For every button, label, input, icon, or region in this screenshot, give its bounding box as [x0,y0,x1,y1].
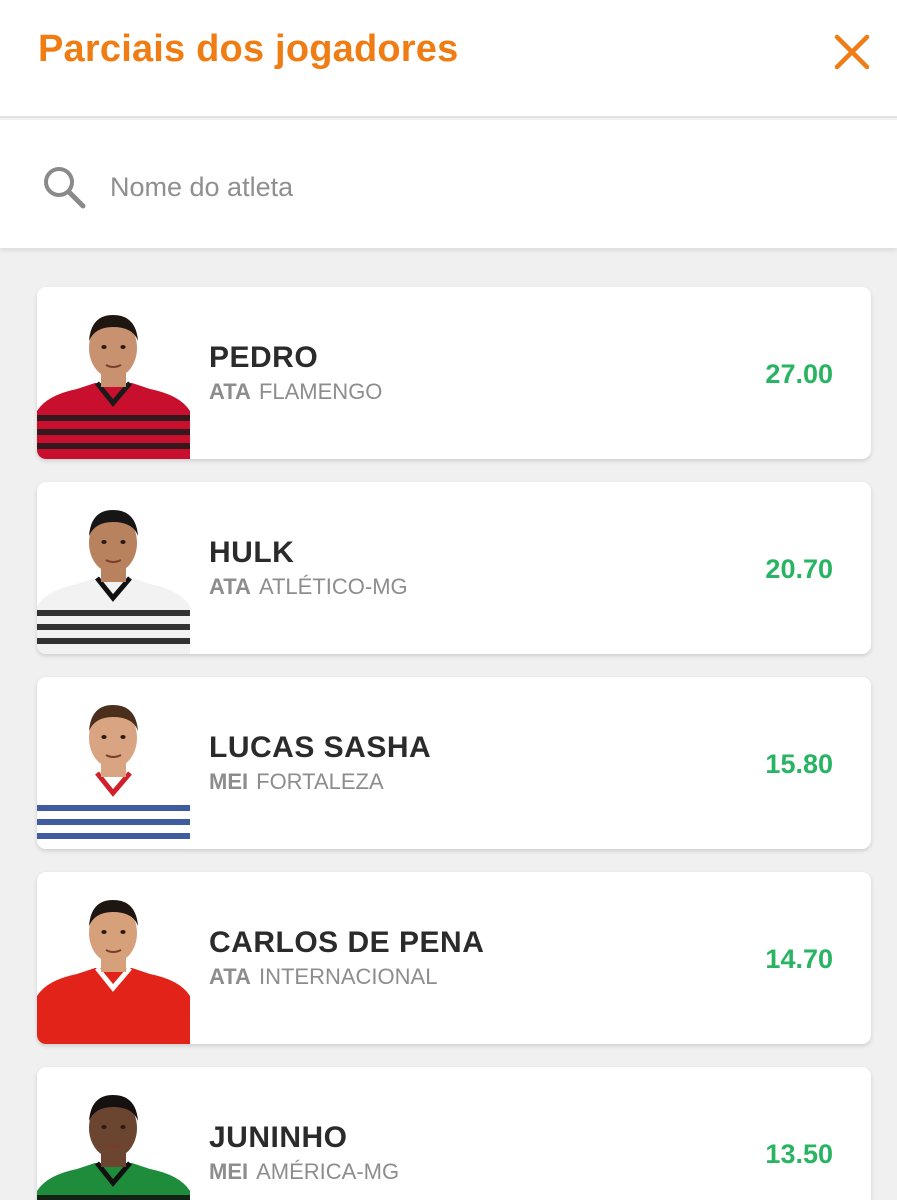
search-icon [44,167,86,209]
player-position: MEI [209,769,249,794]
player-meta: ATA INTERNACIONAL [209,964,437,990]
player-meta: MEI FORTALEZA [209,769,384,795]
player-points: 15.80 [765,749,833,779]
player-card[interactable]: JUNINHO MEI AMÉRICA-MG 13.50 [37,1067,871,1200]
player-card[interactable]: LUCAS SASHA MEI FORTALEZA 15.80 [37,677,871,849]
player-name: CARLOS DE PENA [209,926,485,959]
search-input[interactable] [108,160,812,214]
player-position: MEI [209,1159,249,1184]
player-photo [37,693,190,849]
player-photo [37,888,190,1044]
player-position: ATA [209,574,251,599]
player-points: 14.70 [765,944,833,974]
player-position: ATA [209,379,251,404]
player-points: 13.50 [765,1139,833,1169]
player-card[interactable]: CARLOS DE PENA ATA INTERNACIONAL 14.70 [37,872,871,1044]
player-photo [37,1083,190,1200]
player-meta: MEI AMÉRICA-MG [209,1159,399,1185]
player-position: ATA [209,964,251,989]
header: Parciais dos jogadores [0,0,897,118]
player-club: ATLÉTICO-MG [258,574,408,599]
player-card[interactable]: HULK ATA ATLÉTICO-MG 20.70 [37,482,871,654]
player-club: INTERNACIONAL [258,964,438,989]
player-list: PEDRO ATA FLAMENGO 27.00 HULK ATA ATLÉTICO-MG 2… [0,248,897,1200]
player-name: JUNINHO [209,1121,348,1154]
player-name: LUCAS SASHA [209,731,432,764]
player-name: HULK [209,536,295,569]
player-club: FLAMENGO [258,379,383,404]
page-title: Parciais dos jogadores [38,28,459,70]
player-photo [37,303,190,459]
player-points: 20.70 [765,554,833,584]
player-meta: ATA ATLÉTICO-MG [209,574,408,600]
player-club: AMÉRICA-MG [256,1159,400,1184]
player-name: PEDRO [209,341,319,374]
player-photo [37,498,190,654]
close-button[interactable] [830,30,874,74]
close-icon[interactable] [830,30,874,74]
player-club: FORTALEZA [256,769,384,794]
player-card[interactable]: PEDRO ATA FLAMENGO 27.00 [37,287,871,459]
player-points: 27.00 [765,359,833,389]
player-meta: ATA FLAMENGO [209,379,382,405]
